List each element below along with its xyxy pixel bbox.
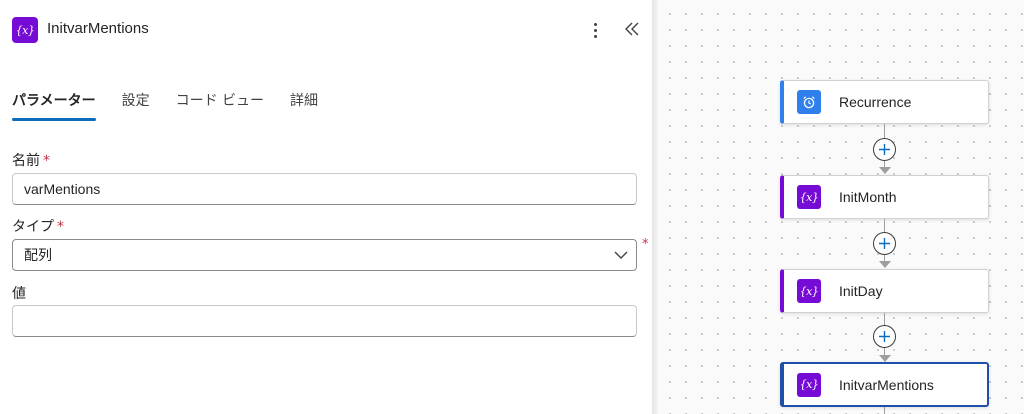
variable-icon: {x}	[797, 372, 821, 397]
type-field-label: タイプ *	[12, 216, 64, 236]
plus-icon	[879, 331, 890, 342]
plus-icon	[879, 238, 890, 249]
type-select-value: 配列	[24, 248, 52, 264]
tab-code-view[interactable]: コード ビュー	[176, 86, 264, 116]
node-label: InitvarMentions	[839, 376, 934, 393]
alarm-clock-icon	[797, 90, 821, 114]
panel-header: {x} InitvarMentions	[0, 0, 652, 60]
alarm-clock-glyph	[803, 96, 815, 109]
arrow-down-icon	[879, 261, 891, 268]
more-vertical-icon-dot	[593, 28, 597, 32]
panel-title: InitvarMentions	[47, 20, 149, 37]
more-vertical-icon	[593, 22, 597, 26]
arrow-down-icon	[879, 355, 891, 362]
type-label-text: タイプ	[12, 219, 54, 235]
name-input[interactable]: varMentions	[12, 173, 637, 205]
node-label: Recurrence	[839, 94, 912, 110]
properties-panel: {x} InitvarMentions パラメーター 設定 コード ビュー 詳細…	[0, 0, 652, 414]
name-input-value: varMentions	[24, 181, 101, 197]
flow-node-initmonth[interactable]: {x} InitMonth	[780, 175, 989, 219]
type-select[interactable]: 配列	[12, 239, 637, 271]
plus-icon	[879, 144, 890, 155]
name-field-label: 名前 *	[12, 150, 50, 170]
tab-parameters[interactable]: パラメーター	[12, 86, 96, 121]
node-label: InitDay	[839, 283, 883, 299]
tab-settings[interactable]: 設定	[122, 86, 150, 116]
value-field-label: 値	[12, 286, 26, 302]
collapse-panel-button[interactable]	[620, 16, 644, 42]
flow-node-initday[interactable]: {x} InitDay	[780, 269, 989, 313]
node-label: InitMonth	[839, 189, 897, 205]
variable-icon: {x}	[797, 279, 821, 303]
more-options-button[interactable]	[584, 18, 606, 42]
more-vertical-icon-dot	[593, 34, 597, 38]
chevron-down-icon	[614, 251, 628, 259]
variable-icon: {x}	[12, 17, 38, 43]
name-label-text: 名前	[12, 153, 40, 169]
double-chevron-left-icon	[625, 22, 639, 36]
flow-node-recurrence[interactable]: Recurrence	[780, 80, 989, 124]
type-required-mark: *	[642, 237, 649, 252]
required-mark: *	[43, 153, 50, 169]
add-step-button[interactable]	[873, 138, 896, 161]
tab-list: パラメーター 設定 コード ビュー 詳細	[12, 86, 318, 126]
value-input[interactable]	[12, 305, 637, 337]
arrow-down-icon	[879, 167, 891, 174]
add-step-button[interactable]	[873, 232, 896, 255]
variable-icon: {x}	[797, 185, 821, 209]
connector-line	[884, 407, 885, 414]
tab-details[interactable]: 詳細	[290, 86, 318, 116]
required-mark: *	[57, 219, 64, 235]
add-step-button[interactable]	[873, 325, 896, 348]
flow-node-initvarmentions[interactable]: {x} InitvarMentions	[780, 362, 989, 407]
